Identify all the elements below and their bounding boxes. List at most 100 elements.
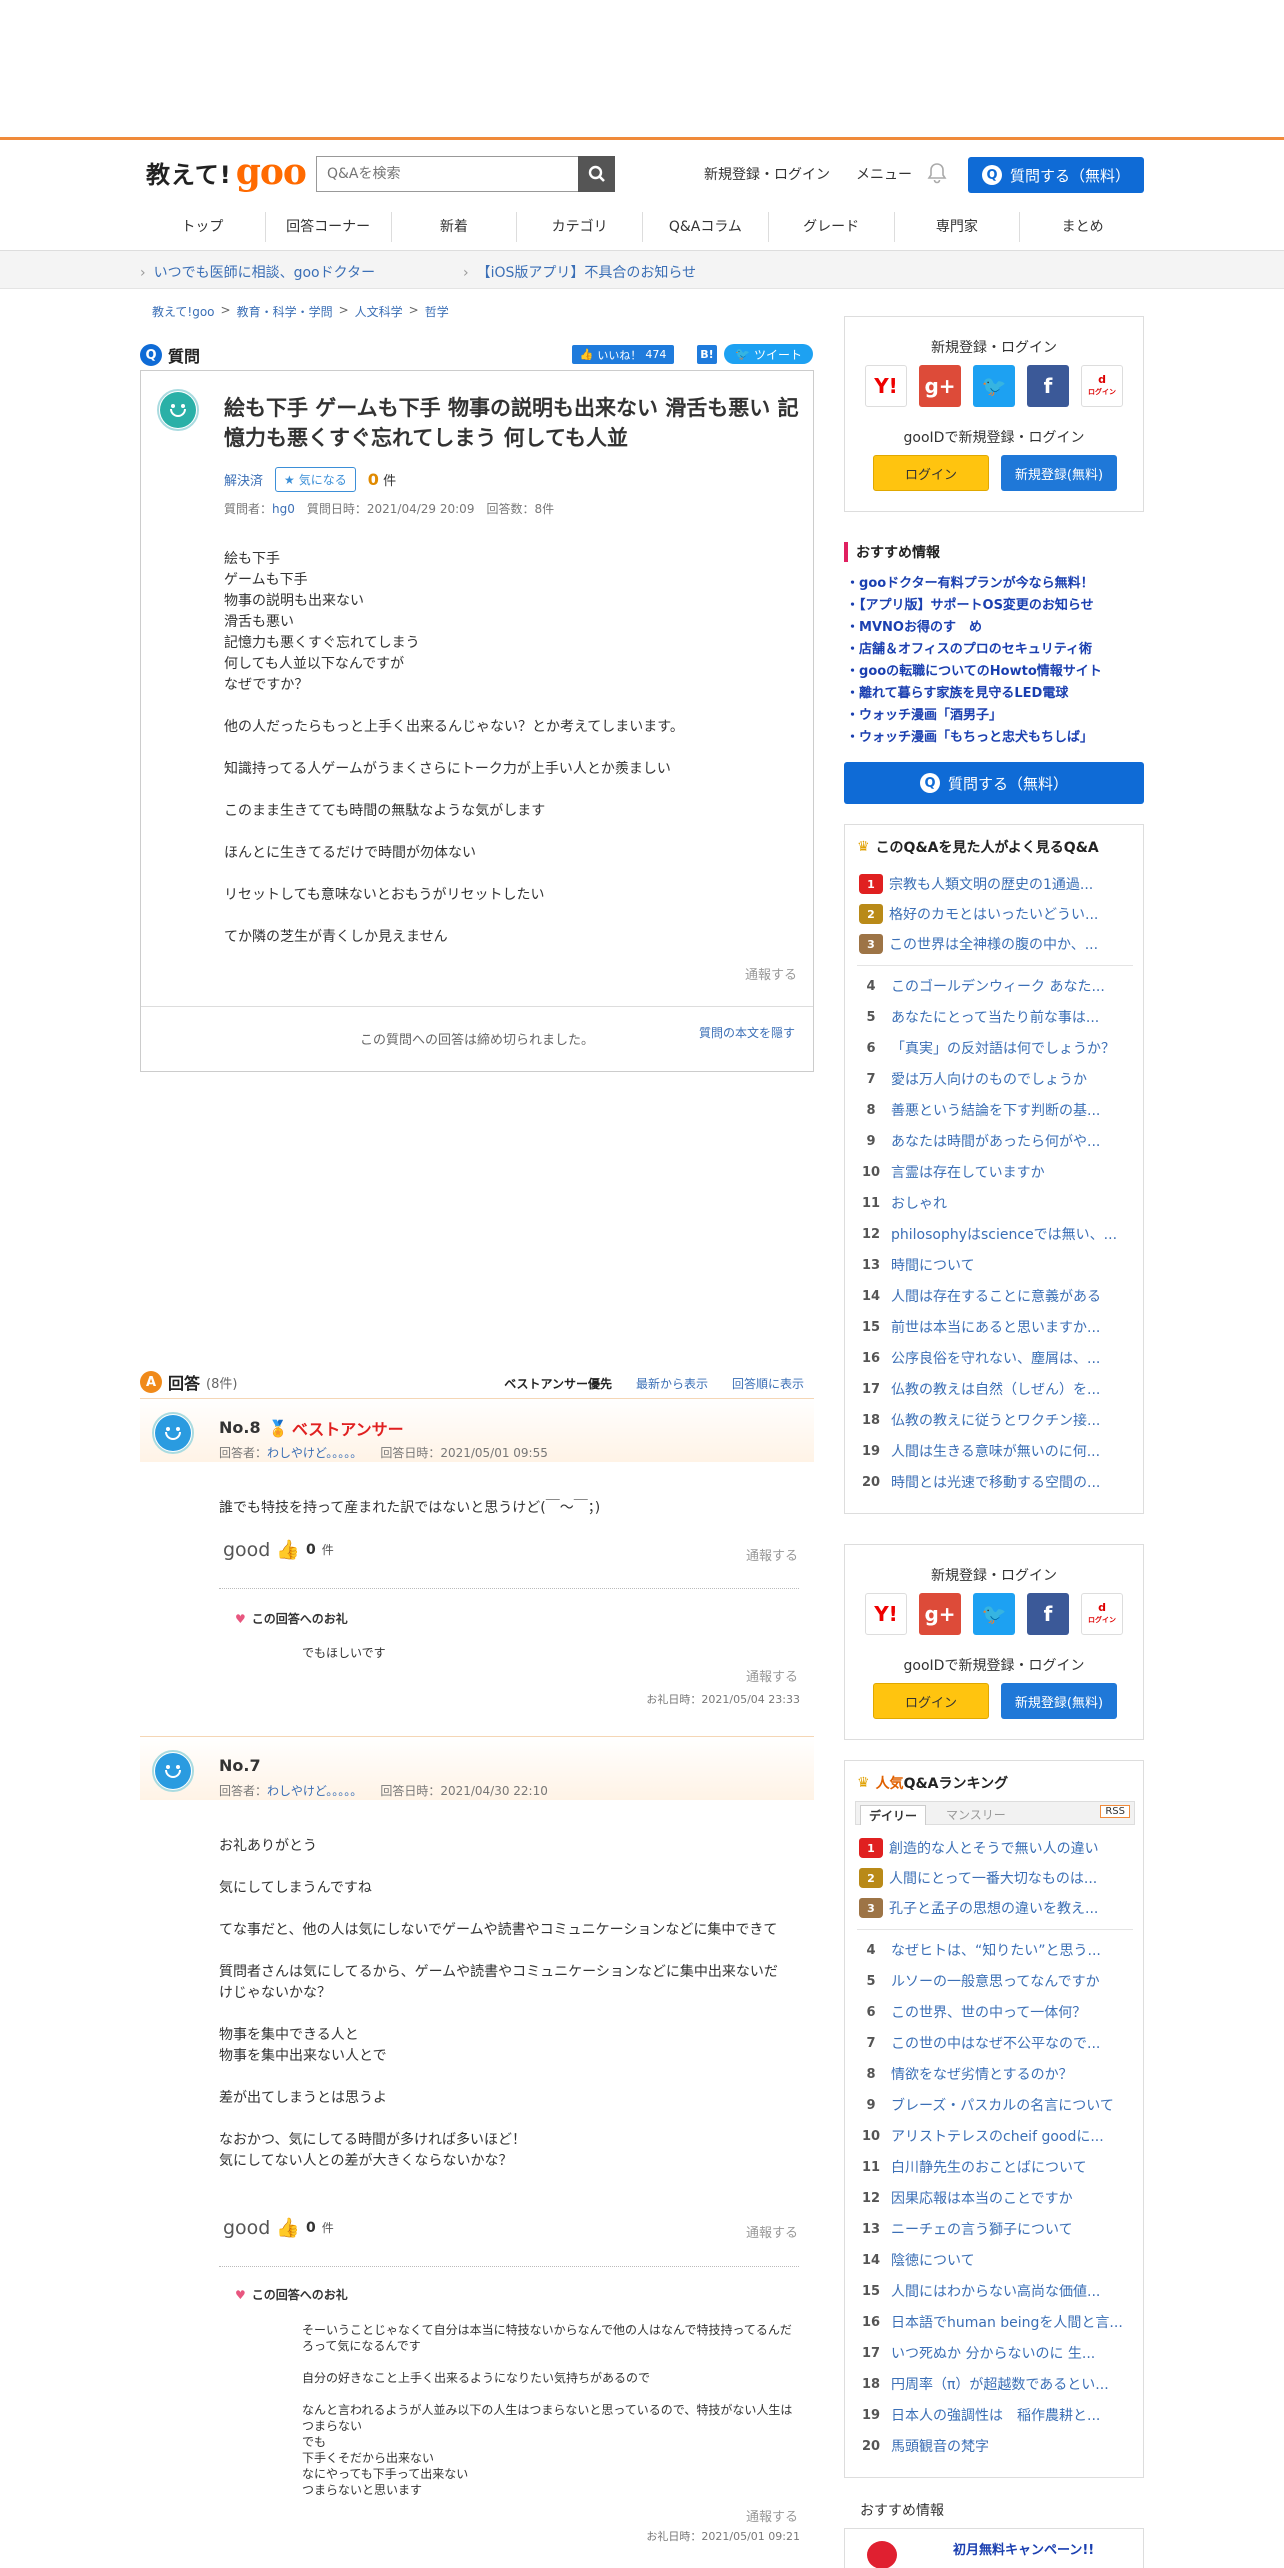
ranking-item[interactable]: 7 この世の中はなぜ不公平なので...	[857, 2032, 1135, 2054]
related-item[interactable]: 11 おしゃれ	[857, 1192, 1135, 1214]
breadcrumb-item[interactable]: 哲学	[425, 303, 449, 320]
related-item[interactable]: 8 善悪という結論を下す判断の基...	[857, 1099, 1135, 1121]
google-login-icon[interactable]: g+	[919, 365, 961, 407]
related-item[interactable]: 6 「真実」の反対語は何でしょうか？	[857, 1037, 1135, 1059]
nav-item-category[interactable]: カテゴリ	[517, 212, 643, 242]
tab-daily[interactable]: デイリー	[860, 1805, 927, 1825]
breadcrumb-item[interactable]: 教育・科学・学問	[237, 303, 333, 320]
avatar[interactable]	[152, 1750, 194, 1792]
asker-link[interactable]: hg0	[272, 502, 295, 516]
ranking-item[interactable]: 3 孔子と孟子の思想の違いを教え...	[857, 1897, 1135, 1919]
ranking-item[interactable]: 13 ニーチェの言う獅子について	[857, 2218, 1135, 2240]
yahoo-login-icon[interactable]: Y!	[865, 365, 907, 407]
ranking-item[interactable]: 5 ルソーの一般意思ってなんですか	[857, 1970, 1135, 1992]
rss-button[interactable]: RSS	[1100, 1805, 1130, 1818]
breadcrumb-item[interactable]: 教えて!goo	[152, 303, 215, 320]
recommend-link[interactable]: 離れて暮らす家族を見守るLED電球	[846, 683, 1102, 705]
nav-item-summary[interactable]: まとめ	[1020, 212, 1145, 242]
ranking-item[interactable]: 8 情欲をなぜ劣情とするのか？	[857, 2063, 1135, 2085]
ranking-item[interactable]: 1 創造的な人とそうで無い人の違い	[857, 1837, 1135, 1859]
related-item[interactable]: 16 公序良俗を守れない、塵屑は、...	[857, 1347, 1135, 1369]
nav-item-column[interactable]: Q&Aコラム	[643, 212, 769, 242]
login-button[interactable]: ログイン	[873, 1683, 989, 1719]
related-item[interactable]: 10 言霊は存在していますか	[857, 1161, 1135, 1183]
recommend-link[interactable]: gooドクター有料プランが今なら無料！	[846, 573, 1102, 595]
nav-item-grade[interactable]: グレード	[769, 212, 895, 242]
ranking-item[interactable]: 6 この世界、世の中って一体何？	[857, 2001, 1135, 2023]
related-item[interactable]: 13 時間について	[857, 1254, 1135, 1276]
related-item[interactable]: 9 あなたは時間があったら何がや...	[857, 1130, 1135, 1152]
related-item[interactable]: 2 格好のカモとはいったいどうい...	[857, 903, 1135, 925]
ranking-item[interactable]: 17 いつ死ぬか 分からないのに 生...	[857, 2342, 1135, 2364]
register-button[interactable]: 新規登録(無料)	[1001, 455, 1117, 491]
recommend-link[interactable]: ウォッチ漫画「もちっと忠犬もちしば」	[846, 727, 1102, 749]
related-item[interactable]: 20 時間とは光速で移動する空間の...	[857, 1471, 1135, 1493]
related-item[interactable]: 1 宗教も人類文明の歴史の1通過...	[857, 873, 1135, 895]
ranking-item[interactable]: 20 馬頭観音の梵字	[857, 2435, 1135, 2457]
ranking-item[interactable]: 12 因果応報は本当のことですか	[857, 2187, 1135, 2209]
ranking-item[interactable]: 11 白川静先生のおことばについて	[857, 2156, 1135, 2178]
notice-link-ios[interactable]: 【iOS版アプリ】不具合のお知らせ	[463, 262, 697, 282]
good-button[interactable]: good 👍 0件	[223, 2216, 334, 2240]
register-button[interactable]: 新規登録(無料)	[1001, 1683, 1117, 1719]
report-link[interactable]: 通報する	[746, 2506, 798, 2525]
avatar[interactable]	[157, 389, 199, 431]
ranking-item[interactable]: 10 アリストテレスのcheif goodに...	[857, 2125, 1135, 2147]
related-item[interactable]: 4 このゴールデンウィーク あなた...	[857, 975, 1135, 997]
ranking-item[interactable]: 2 人間にとって一番大切なものは...	[857, 1867, 1135, 1889]
related-item[interactable]: 7 愛は万人向けのものでしょうか	[857, 1068, 1135, 1090]
ranking-item[interactable]: 14 陰徳について	[857, 2249, 1135, 2271]
campaign-banner[interactable]: 初月無料キャンペーン!!	[844, 2528, 1144, 2568]
solved-badge[interactable]: 解決済	[224, 470, 263, 489]
bell-icon[interactable]	[927, 162, 947, 188]
recommend-link[interactable]: gooの転職についてのHowto情報サイト	[846, 661, 1102, 683]
site-logo[interactable]: 教えて! goo	[146, 150, 307, 194]
tweet-button[interactable]: 🐦 ツイート	[724, 344, 813, 364]
sort-oldest[interactable]: 回答順に表示	[732, 1375, 804, 1392]
login-button[interactable]: ログイン	[873, 455, 989, 491]
avatar[interactable]	[152, 1412, 194, 1454]
notice-link-doctor[interactable]: いつでも医師に相談、gooドクター	[140, 262, 375, 282]
recommend-link[interactable]: 【アプリ版】サポートOS変更のお知らせ	[846, 595, 1102, 617]
hatena-bookmark-button[interactable]: B!	[697, 345, 717, 364]
related-item[interactable]: 19 人間は生きる意味が無いのに何...	[857, 1440, 1135, 1462]
yahoo-login-icon[interactable]: Y!	[865, 1593, 907, 1635]
responder-link[interactable]: わしやけど。。。。。	[267, 1784, 356, 1798]
ranking-item[interactable]: 16 日本語でhuman beingを人間と言...	[857, 2311, 1135, 2333]
related-item[interactable]: 15 前世は本当にあると思いますか...	[857, 1316, 1135, 1338]
report-link[interactable]: 通報する	[746, 1545, 798, 1564]
breadcrumb-item[interactable]: 人文科学	[355, 303, 403, 320]
facebook-login-icon[interactable]: f	[1027, 1593, 1069, 1635]
ranking-item[interactable]: 4 なぜヒトは、“知りたい”と思う...	[857, 1939, 1135, 1961]
google-login-icon[interactable]: g+	[919, 1593, 961, 1635]
docomo-login-icon[interactable]: d ログイン	[1081, 1593, 1123, 1635]
ask-question-button[interactable]: Q 質問する（無料）	[844, 762, 1144, 804]
sort-newest[interactable]: 最新から表示	[636, 1375, 708, 1392]
recommend-link[interactable]: ウォッチ漫画「酒男子」	[846, 705, 1102, 727]
report-link[interactable]: 通報する	[745, 964, 797, 983]
facebook-login-icon[interactable]: f	[1027, 365, 1069, 407]
report-link[interactable]: 通報する	[746, 2222, 798, 2241]
sort-best-answer[interactable]: ベストアンサー優先	[504, 1375, 612, 1392]
responder-link[interactable]: わしやけど。。。。。	[267, 1446, 356, 1460]
signup-login-link[interactable]: 新規登録・ログイン	[704, 164, 830, 184]
nav-item-new[interactable]: 新着	[392, 212, 518, 242]
report-link[interactable]: 通報する	[746, 1666, 798, 1685]
tab-monthly[interactable]: マンスリー	[938, 1805, 1014, 1824]
search-input[interactable]	[317, 157, 615, 191]
ask-question-button[interactable]: Q 質問する（無料）	[968, 157, 1144, 193]
related-item[interactable]: 12 philosophyはscienceでは無い、...	[857, 1223, 1135, 1245]
ranking-item[interactable]: 15 人間にはわからない高尚な価値...	[857, 2280, 1135, 2302]
recommend-link[interactable]: 店舗＆オフィスのプロのセキュリティ術	[846, 639, 1102, 661]
recommend-link[interactable]: MVNOお得のす め	[846, 617, 1102, 639]
twitter-login-icon[interactable]: 🐦	[973, 365, 1015, 407]
related-item[interactable]: 5 あなたにとって当たり前な事は...	[857, 1006, 1135, 1028]
ranking-item[interactable]: 18 円周率（π）が超越数であるとい...	[857, 2373, 1135, 2395]
related-item[interactable]: 18 仏教の教えに従うとワクチン接...	[857, 1409, 1135, 1431]
docomo-login-icon[interactable]: d ログイン	[1081, 365, 1123, 407]
watch-button[interactable]: ★ 気になる	[275, 467, 356, 492]
nav-item-expert[interactable]: 専門家	[895, 212, 1021, 242]
like-button[interactable]: 👍 いいね！ 474	[572, 345, 674, 364]
nav-item-top[interactable]: トップ	[140, 212, 266, 242]
ranking-item[interactable]: 9 ブレーズ・パスカルの名言について	[857, 2094, 1135, 2116]
